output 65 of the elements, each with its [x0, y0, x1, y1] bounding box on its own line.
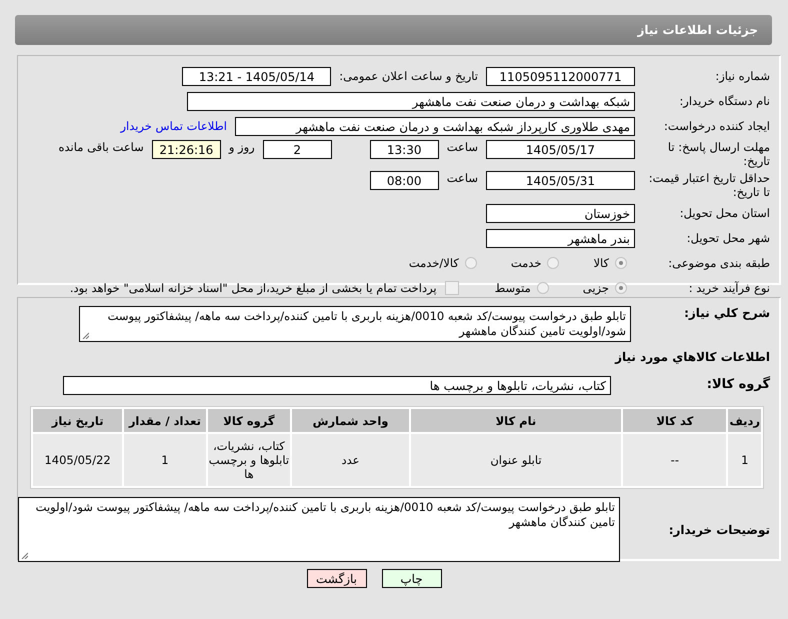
field-label: تاریخ و ساعت اعلان عمومی:	[339, 69, 478, 83]
days-label: روز و	[228, 140, 255, 154]
goods-group-field: کتاب، نشریات، تابلوها و برچسب ها	[63, 376, 611, 394]
radio-label: کالا	[593, 256, 609, 270]
city-field: بندر ماهشهر	[486, 228, 635, 248]
requester-field: مهدی طلاوری کارپرداز شبکه بهداشت و درمان صنعت نفت ماهشهر	[235, 116, 635, 136]
radio-label: کالا/خدمت	[408, 256, 459, 270]
field-label: نوع فرآیند خرید :	[688, 281, 770, 295]
radio-button[interactable]	[615, 257, 627, 269]
table-cell: 1405/05/22	[33, 434, 122, 486]
column-header: تاریخ نیاز	[33, 409, 122, 432]
payment-note: پرداخت تمام یا بخشی از مبلغ خرید،از محل "اسناد خزانه اسلامی" خواهد بود.	[70, 281, 437, 295]
need-number-field: 1105095112000771	[486, 66, 635, 86]
column-header: ردیف	[728, 409, 761, 432]
field-label: گروه کالا:	[706, 378, 770, 392]
field-label: شهر محل تحویل:	[686, 231, 770, 245]
radio-label: جزیی	[582, 281, 609, 295]
remaining-label: ساعت باقی مانده	[58, 140, 144, 154]
table-cell: عدد	[292, 434, 409, 486]
field-label: طبقه بندی موضوعی:	[667, 256, 770, 270]
section-title: اطلاعات کالاهاي مورد نياز	[614, 350, 770, 364]
field-label: حداقل تاریخ اعتبار قیمت: تا تاریخ:	[648, 171, 770, 199]
field-label: شماره نیاز:	[714, 69, 770, 83]
table-cell: 1	[124, 434, 206, 486]
table-cell: --	[623, 434, 726, 486]
province-field: خوزستان	[486, 204, 635, 222]
table-cell: 1	[728, 434, 761, 486]
page-title: جزئیات اطلاعات نیاز	[637, 23, 758, 37]
time-label: ساعت	[446, 140, 478, 154]
remaining-time-field: 21:26:16	[152, 140, 221, 159]
checkbox[interactable]	[444, 281, 459, 295]
column-header: گروه کالا	[208, 409, 290, 432]
radio-button[interactable]	[547, 257, 560, 269]
date-field: 1405/05/17	[486, 140, 635, 159]
resize-grip-icon	[21, 552, 28, 559]
radio-label: خدمت	[510, 256, 542, 270]
field-label: استان محل تحویل:	[678, 206, 770, 220]
buyer-notes-field: تابلو طبق درخواست پیوست/کد شعبه 0010/هزینه باربری با تامین کننده/پرداخت سه ماهه/ پیشفاکتور پیوست شود/اولویت تامین کنندگان ماهشهر	[18, 497, 620, 562]
announce-date-field: 1405/05/14 - 13:21	[182, 66, 332, 86]
column-header: کد کالا	[623, 409, 726, 432]
back-button[interactable]: بازگشت	[306, 569, 366, 588]
field-label: ایجاد کننده درخواست:	[663, 119, 770, 133]
print-button[interactable]: چاپ	[382, 569, 442, 588]
buyer-org-field: شبکه بهداشت و درمان صنعت نفت ماهشهر	[187, 92, 635, 110]
table-cell: تابلو عنوان	[410, 434, 622, 486]
resize-grip-icon	[82, 332, 89, 339]
column-header: تعداد / مقدار	[124, 409, 206, 432]
radio-label: متوسط	[494, 281, 531, 295]
column-header: نام کالا	[410, 409, 622, 432]
field-label: شرح کلي نياز:	[683, 306, 770, 320]
field-label: مهلت ارسال پاسخ: تا تاریخ:	[666, 140, 770, 168]
buyer-contact-link[interactable]: اطلاعات تماس خریدار	[120, 119, 227, 133]
date-field: 1405/05/31	[486, 171, 635, 190]
time-label: ساعت	[446, 171, 478, 185]
column-header: واحد شمارش	[292, 409, 409, 432]
table-cell: کتاب، نشریات، تابلوها و برچسب ها	[208, 434, 290, 486]
radio-button[interactable]	[615, 282, 627, 294]
radio-button[interactable]	[464, 257, 477, 269]
radio-button[interactable]	[536, 282, 549, 294]
field-label: نام دستگاه خریدار:	[678, 94, 770, 108]
description-field: تابلو طبق درخواست پیوست/کد شعبه 0010/هزینه باربری با تامین کننده/پرداخت سه ماهه/ پیشفاکتور پیوست شود/اولویت تامین کنندگان ماهشهر	[79, 306, 631, 342]
days-field: 2	[262, 140, 332, 159]
time-field: 13:30	[370, 140, 439, 159]
field-label: توضیحات خریدار:	[668, 522, 770, 536]
time-field: 08:00	[370, 171, 439, 190]
